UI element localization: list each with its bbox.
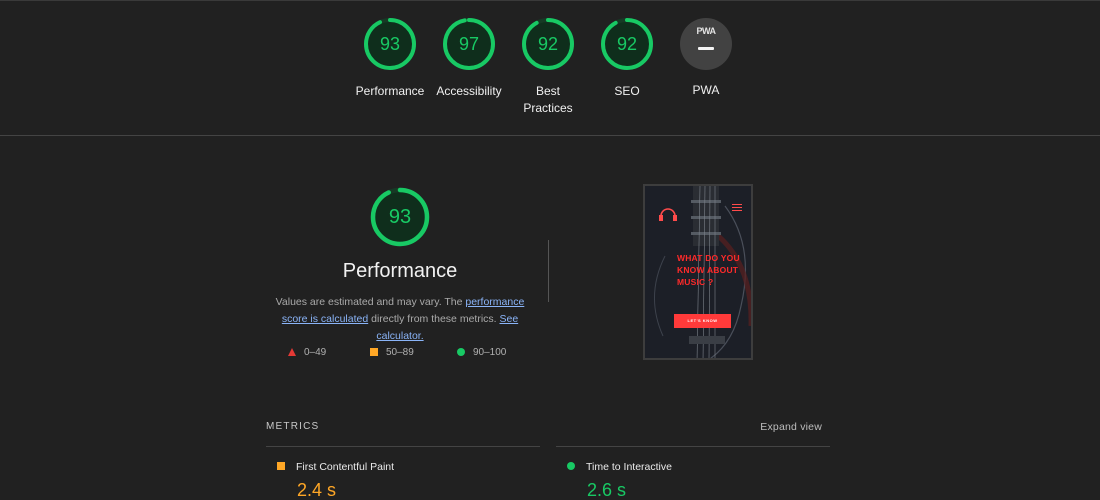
circle-icon [457, 348, 465, 356]
best-practices-score-value: 92 [537, 34, 559, 54]
performance-summary: 93 Performance Values are estimated and … [262, 186, 538, 345]
hero-headline: WHAT DO YOU KNOW ABOUT MUSIC ? [677, 253, 740, 287]
performance-main-ring: 93 [369, 186, 431, 248]
metric-name: First Contentful Paint [296, 461, 395, 473]
triangle-icon [288, 348, 296, 356]
legend-average-range: 50–89 [386, 347, 414, 358]
square-icon [370, 348, 378, 356]
legend-average: 50–89 [370, 346, 414, 360]
performance-description: Values are estimated and may vary. The p… [262, 294, 538, 345]
desc-prefix: Values are estimated and may vary. The [275, 296, 466, 308]
legend-pass: 90–100 [457, 346, 506, 360]
desc-middle: directly from these metrics. [368, 313, 500, 325]
best-practices-label: Best Practices [523, 84, 573, 115]
legend-fail: 0–49 [288, 346, 326, 360]
category-scores-bar: 93 Performance 97 Accessibility 92 Best … [0, 0, 1100, 136]
seo-score-ring: 92 [600, 17, 654, 71]
pwa-dash-icon [698, 47, 714, 50]
pass-circle-icon [567, 462, 575, 470]
vertical-divider [548, 240, 549, 302]
metrics-title: METRICS [266, 421, 320, 432]
pwa-label: PWA [692, 83, 720, 97]
metric-first-contentful-paint: First Contentful Paint 2.4 s [277, 460, 537, 500]
performance-title: Performance [342, 260, 458, 282]
metric-time-to-interactive: Time to Interactive 2.6 s [567, 460, 827, 500]
lets-know-button: LET'S KNOW [674, 314, 731, 328]
metric-value: 2.4 s [297, 480, 337, 500]
score-legend: 0–49 50–89 90–100 [286, 346, 526, 360]
legend-pass-range: 90–100 [473, 347, 507, 358]
performance-score-ring: 93 [363, 17, 417, 71]
best-practices-score-ring: 92 [521, 17, 575, 71]
performance-main-score: 93 [388, 206, 412, 228]
accessibility-score-value: 97 [458, 34, 480, 54]
expand-view-toggle[interactable]: Expand view [760, 421, 822, 433]
performance-score-value: 93 [379, 34, 401, 54]
seo-score-value: 92 [616, 34, 638, 54]
metric-name: Time to Interactive [586, 461, 672, 473]
metrics-divider-right [556, 446, 830, 447]
pwa-badge-icon: PWA [680, 18, 732, 70]
metrics-divider-left [266, 446, 540, 447]
legend-fail-range: 0–49 [304, 347, 327, 358]
average-square-icon [277, 462, 285, 470]
final-screenshot[interactable]: WHAT DO YOU KNOW ABOUT MUSIC ? LET'S KNO… [643, 184, 753, 360]
metric-value: 2.6 s [587, 480, 627, 500]
hamburger-menu-icon [732, 204, 742, 211]
pwa-badge-text: PWA [696, 26, 716, 36]
gauge-pwa[interactable]: PWA PWA [656, 17, 756, 99]
accessibility-score-ring: 97 [442, 17, 496, 71]
metrics-header: METRICS Expand view [266, 421, 830, 435]
